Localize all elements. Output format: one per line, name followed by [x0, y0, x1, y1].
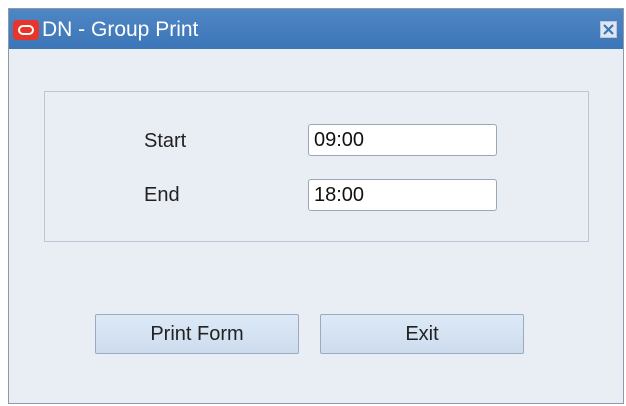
close-button[interactable] — [600, 21, 617, 38]
title-bar[interactable]: DN - Group Print — [9, 9, 623, 49]
print-form-button[interactable]: Print Form — [95, 314, 299, 354]
time-range-panel: Start End — [44, 91, 589, 242]
start-time-input[interactable] — [308, 124, 497, 156]
close-icon — [603, 24, 614, 35]
start-label: Start — [144, 130, 187, 152]
oracle-logo-icon — [13, 20, 39, 40]
exit-button[interactable]: Exit — [320, 314, 524, 354]
window-title: DN - Group Print — [42, 18, 199, 41]
end-time-input[interactable] — [308, 179, 497, 211]
end-label: End — [144, 184, 180, 206]
dialog-window: DN - Group Print Start End Print Form Ex… — [8, 8, 624, 404]
